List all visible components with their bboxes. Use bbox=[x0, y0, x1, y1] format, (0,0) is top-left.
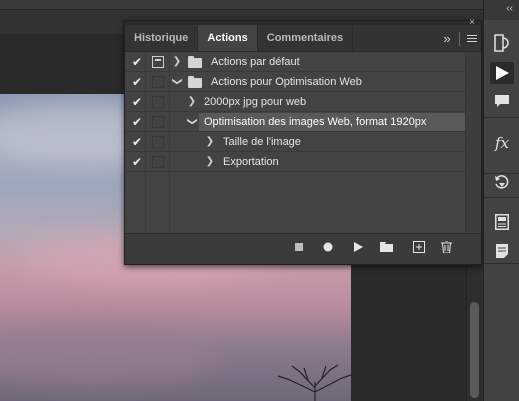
chevron-down-icon[interactable]: ❯ bbox=[172, 77, 183, 87]
panel-footer bbox=[125, 233, 481, 258]
chevron-down-icon[interactable]: ❯ bbox=[187, 117, 198, 127]
chevron-right-icon[interactable]: ❯ bbox=[205, 156, 215, 167]
dock-header[interactable]: ‹‹ bbox=[483, 0, 519, 20]
options-bar bbox=[0, 0, 483, 10]
panel-menu-icon[interactable] bbox=[463, 35, 481, 42]
checkmark-icon[interactable]: ✔ bbox=[131, 95, 143, 109]
divider bbox=[459, 31, 460, 46]
list-item[interactable]: ✔ ❯ Taille de l'image bbox=[125, 132, 481, 152]
action-set-label: Actions par défaut bbox=[211, 55, 300, 68]
fx-styles-icon[interactable]: fx bbox=[490, 132, 514, 154]
checkmark-icon[interactable]: ✔ bbox=[131, 75, 143, 89]
play-actions-icon[interactable] bbox=[490, 62, 514, 84]
right-dock: fx bbox=[483, 20, 519, 401]
step-label: Exportation bbox=[223, 155, 279, 168]
panel-resize-grip[interactable] bbox=[125, 258, 481, 264]
step-label: Taille de l'image bbox=[223, 135, 301, 148]
dialog-toggle-icon[interactable] bbox=[152, 96, 164, 108]
history-icon[interactable] bbox=[490, 32, 514, 54]
dialog-toggle-icon[interactable] bbox=[152, 76, 164, 88]
folder-icon bbox=[188, 56, 202, 68]
scrollbar-thumb[interactable] bbox=[470, 302, 479, 398]
actions-panel: × Historique Actions Commentaires » ✔ ❯ … bbox=[124, 18, 482, 265]
tab-historique[interactable]: Historique bbox=[125, 25, 199, 51]
trash-icon[interactable] bbox=[439, 240, 453, 254]
play-icon[interactable] bbox=[351, 240, 365, 254]
actions-list: ✔ ❯ Actions par défaut ✔ ❯ Actions pour … bbox=[125, 52, 481, 233]
new-action-icon[interactable] bbox=[412, 240, 426, 254]
record-icon[interactable] bbox=[321, 240, 335, 254]
list-item[interactable]: ✔ ❯ Actions par défaut bbox=[125, 52, 481, 72]
action-set-label: Actions pour Optimisation Web bbox=[211, 75, 362, 88]
list-item[interactable]: ✔ ❯ Actions pour Optimisation Web bbox=[125, 72, 481, 92]
dialog-toggle-icon[interactable] bbox=[152, 56, 164, 68]
action-label: Optimisation des images Web, format 1920… bbox=[204, 115, 427, 128]
notes-icon[interactable] bbox=[490, 240, 514, 262]
list-item[interactable]: ✔ ❯ Exportation bbox=[125, 152, 481, 172]
checkmark-icon[interactable]: ✔ bbox=[131, 55, 143, 69]
properties-icon[interactable] bbox=[490, 211, 514, 233]
tab-commentaires[interactable]: Commentaires bbox=[258, 25, 354, 51]
timeline-icon[interactable] bbox=[490, 171, 514, 193]
panel-tabbar: Historique Actions Commentaires » bbox=[125, 25, 481, 52]
tree-silhouette bbox=[277, 364, 351, 401]
dialog-toggle-icon[interactable] bbox=[152, 136, 164, 148]
stop-icon[interactable] bbox=[292, 240, 306, 254]
folder-icon[interactable] bbox=[379, 240, 393, 254]
checkmark-icon[interactable]: ✔ bbox=[131, 155, 143, 169]
comment-icon[interactable] bbox=[490, 90, 514, 112]
expand-panel-icon[interactable]: » bbox=[438, 31, 456, 46]
tab-actions[interactable]: Actions bbox=[198, 25, 258, 51]
dialog-toggle-icon[interactable] bbox=[152, 116, 164, 128]
collapse-dock-icon[interactable]: ‹‹ bbox=[506, 3, 513, 14]
action-label: 2000px jpg pour web bbox=[204, 95, 307, 108]
chevron-right-icon[interactable]: ❯ bbox=[205, 136, 215, 147]
checkmark-icon[interactable]: ✔ bbox=[131, 135, 143, 149]
dialog-toggle-icon[interactable] bbox=[152, 156, 164, 168]
list-item[interactable]: ✔ ❯ 2000px jpg pour web bbox=[125, 92, 481, 112]
folder-icon bbox=[188, 76, 202, 88]
checkmark-icon[interactable]: ✔ bbox=[131, 115, 143, 129]
chevron-right-icon[interactable]: ❯ bbox=[172, 56, 182, 67]
chevron-right-icon[interactable]: ❯ bbox=[187, 96, 197, 107]
list-scrollbar[interactable] bbox=[465, 52, 481, 233]
list-item-selected[interactable]: ✔ ❯ Optimisation des images Web, format … bbox=[125, 112, 481, 132]
